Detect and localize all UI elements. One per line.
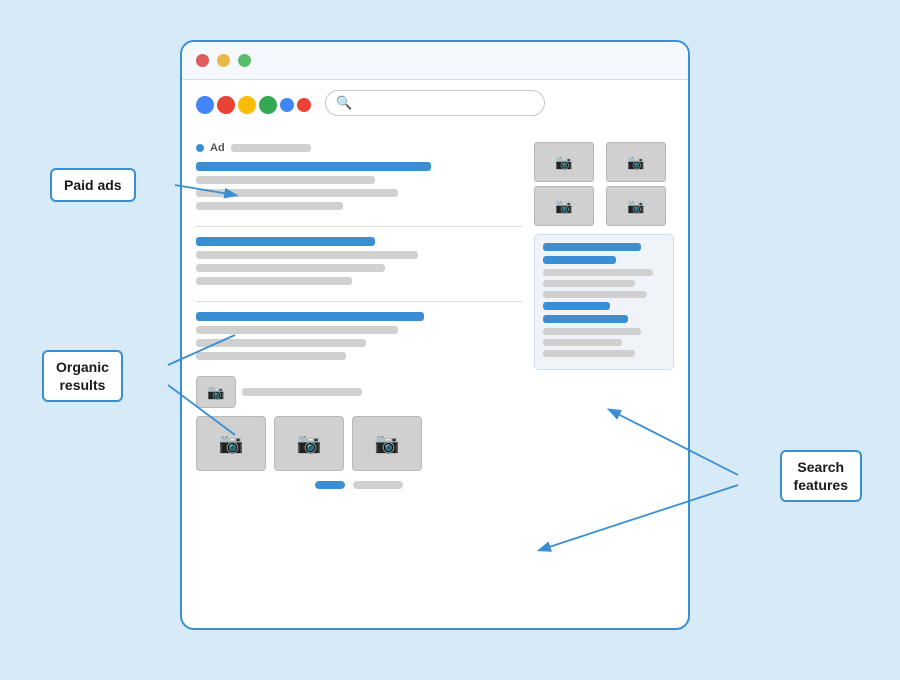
side-gray-3 — [543, 291, 647, 298]
ad-text-2 — [196, 189, 398, 197]
organic1-title — [196, 237, 375, 246]
ad-result-block: Ad — [196, 142, 522, 210]
divider-1 — [196, 226, 522, 227]
image-results-row: 📷 📷 📷 — [196, 416, 522, 471]
paid-ads-label: Paid ads — [64, 177, 122, 193]
side-image-grid: 📷 📷 📷 📷 — [534, 142, 674, 226]
search-features-annotation: Search features — [780, 450, 862, 502]
side-gray-2 — [543, 280, 635, 287]
ad-text-3 — [196, 202, 343, 210]
scene: 🔍 Ad — [20, 20, 880, 660]
dot-yellow — [217, 54, 230, 67]
side-panel: 📷 📷 📷 📷 — [534, 142, 674, 489]
organic2-text-1 — [196, 326, 398, 334]
side-bar-4 — [543, 315, 628, 323]
side-bar-3 — [543, 302, 610, 310]
scroll-thumb — [315, 481, 345, 489]
paid-ads-annotation: Paid ads — [50, 168, 136, 202]
scroll-track — [353, 481, 403, 489]
ad-title-bar — [196, 162, 431, 171]
dot-green — [238, 54, 251, 67]
search-features-label-2: features — [794, 477, 848, 493]
side-img-1: 📷 — [534, 142, 594, 182]
side-bar-2 — [543, 256, 616, 264]
image-result-2: 📷 — [274, 416, 344, 471]
search-icon: 🔍 — [336, 95, 352, 111]
organic1-text-1 — [196, 251, 418, 259]
organic-result-2 — [196, 312, 522, 360]
side-gray-6 — [543, 350, 635, 357]
organic2-text-3 — [196, 352, 346, 360]
image-result-1: 📷 — [196, 416, 266, 471]
ad-text-1 — [196, 176, 375, 184]
organic2-title — [196, 312, 424, 321]
organic-result-1 — [196, 237, 522, 285]
main-results-column: Ad — [196, 142, 522, 489]
organic2-text-2 — [196, 339, 366, 347]
organic-results-annotation: Organic results — [42, 350, 123, 402]
organic-results-label-1: Organic — [56, 359, 109, 375]
divider-2 — [196, 301, 522, 302]
side-img-3: 📷 — [534, 186, 594, 226]
side-gray-5 — [543, 339, 622, 346]
side-img-4: 📷 — [606, 186, 666, 226]
dot-red — [196, 54, 209, 67]
search-features-label-1: Search — [797, 459, 844, 475]
organic1-text-3 — [196, 277, 352, 285]
image-result-3: 📷 — [352, 416, 422, 471]
side-gray-4 — [543, 328, 641, 335]
search-bar[interactable]: 🔍 — [325, 90, 545, 116]
ad-label: Ad — [210, 142, 225, 154]
browser-titlebar — [182, 42, 688, 80]
side-bar-1 — [543, 243, 641, 251]
organic1-text-2 — [196, 264, 385, 272]
organic-results-label-2: results — [59, 377, 105, 393]
ad-dot — [196, 144, 204, 152]
small-img-text — [242, 388, 362, 396]
browser-window: 🔍 Ad — [180, 40, 690, 630]
google-logo — [196, 96, 311, 114]
side-img-2: 📷 — [606, 142, 666, 182]
side-gray-1 — [543, 269, 653, 276]
small-img-preview: 📷 — [196, 376, 236, 408]
scroll-indicator — [196, 481, 522, 489]
side-text-panel — [534, 234, 674, 370]
